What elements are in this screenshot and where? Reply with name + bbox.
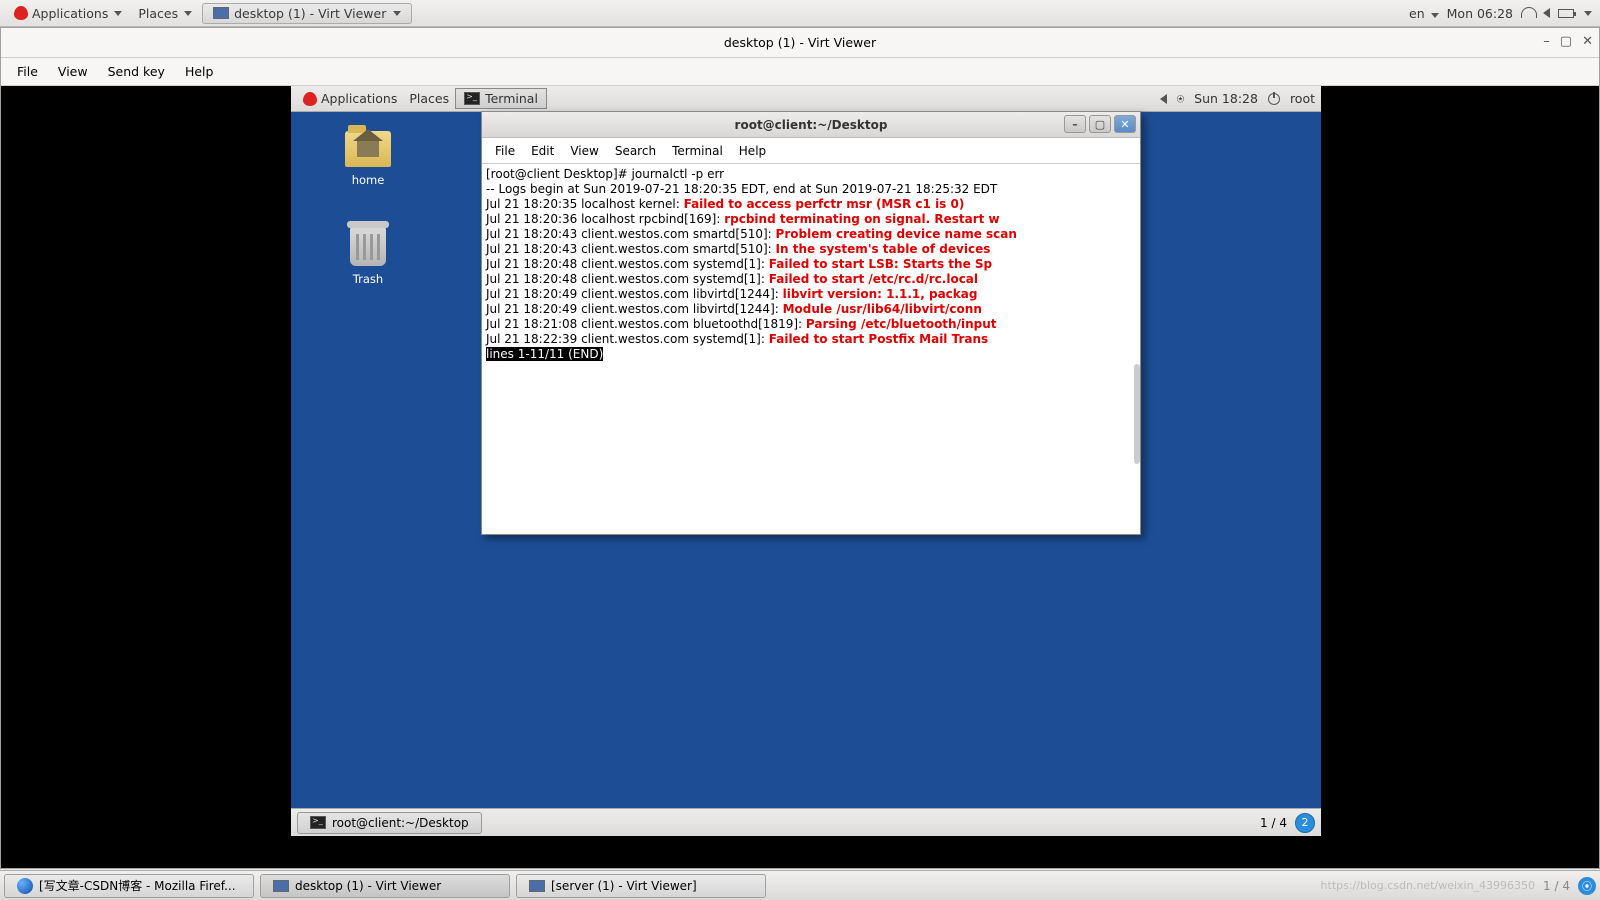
redhat-icon <box>303 92 317 106</box>
guest-user-menu[interactable]: root <box>1290 91 1315 106</box>
volume-icon[interactable] <box>1543 8 1550 18</box>
guest-clock[interactable]: Sun 18:28 <box>1194 91 1258 106</box>
term-menu-terminal[interactable]: Terminal <box>665 142 730 160</box>
guest-applications-menu[interactable]: Applications <box>297 89 403 108</box>
notification-badge[interactable]: 2 <box>1295 813 1315 833</box>
desktop-icon-label: Trash <box>333 272 403 286</box>
clock[interactable]: Mon 06:28 <box>1447 6 1513 21</box>
vv-menu-view[interactable]: View <box>50 61 96 82</box>
watermark-text: https://blog.csdn.net/weixin_43996350 <box>1321 879 1536 892</box>
system-menu-chevron-icon[interactable] <box>1584 11 1592 16</box>
guest-desktop[interactable]: Applications Places Terminal ⍟ Sun 18:28… <box>291 86 1321 836</box>
terminal-menubar: File Edit View Search Terminal Help <box>482 138 1140 164</box>
guest-taskbar-item-terminal[interactable]: root@client:~/Desktop <box>297 812 482 834</box>
host-top-panel: Applications Places desktop (1) - Virt V… <box>0 0 1600 27</box>
taskbar-item-virtviewer-server[interactable]: [server (1) - Virt Viewer] <box>516 874 766 898</box>
guest-volume-icon[interactable] <box>1160 94 1167 104</box>
monitor-icon <box>529 880 545 892</box>
term-menu-search[interactable]: Search <box>608 142 663 160</box>
redhat-icon <box>14 6 28 20</box>
terminal-output[interactable]: [root@client Desktop]# journalctl -p err… <box>482 164 1140 534</box>
guest-window-list-terminal[interactable]: Terminal <box>455 88 547 109</box>
terminal-icon <box>310 816 326 829</box>
battery-icon[interactable] <box>1558 9 1574 18</box>
virt-viewer-window: desktop (1) - Virt Viewer – ▢ ✕ File Vie… <box>0 27 1600 869</box>
places-menu[interactable]: Places <box>132 4 198 23</box>
vv-menu-file[interactable]: File <box>9 61 46 82</box>
wifi-icon[interactable] <box>1521 8 1535 18</box>
host-workspace-indicator[interactable]: 1 / 4 <box>1543 879 1570 893</box>
terminal-maximize-button[interactable]: ▢ <box>1089 115 1111 133</box>
terminal-window[interactable]: root@client:~/Desktop – ▢ ✕ File Edit Vi… <box>481 111 1141 535</box>
host-bottom-panel: [写文章-CSDN博客 - Mozilla Firef... desktop (… <box>0 870 1600 900</box>
terminal-icon <box>464 92 480 105</box>
workspace-indicator[interactable]: 1 / 4 <box>1260 816 1287 830</box>
power-icon <box>1268 93 1280 105</box>
trash-icon <box>350 226 386 266</box>
term-menu-help[interactable]: Help <box>732 142 773 160</box>
window-list-item-virtviewer[interactable]: desktop (1) - Virt Viewer <box>202 3 412 24</box>
guest-top-panel: Applications Places Terminal ⍟ Sun 18:28… <box>291 86 1321 112</box>
folder-icon <box>345 131 391 167</box>
virt-viewer-menubar: File View Send key Help <box>1 58 1599 86</box>
minimize-button[interactable]: – <box>1543 34 1550 49</box>
guest-places-menu[interactable]: Places <box>403 89 455 108</box>
applications-menu[interactable]: Applications <box>8 4 128 23</box>
virt-viewer-display[interactable]: Applications Places Terminal ⍟ Sun 18:28… <box>1 86 1599 868</box>
close-button[interactable]: ✕ <box>1582 34 1593 49</box>
term-menu-file[interactable]: File <box>488 142 522 160</box>
monitor-icon <box>213 7 229 19</box>
taskbar-item-virtviewer-desktop[interactable]: desktop (1) - Virt Viewer <box>260 874 510 898</box>
terminal-titlebar[interactable]: root@client:~/Desktop – ▢ ✕ <box>482 112 1140 138</box>
term-menu-view[interactable]: View <box>563 142 605 160</box>
desktop-icon-label: home <box>333 173 403 187</box>
taskbar-item-firefox[interactable]: [写文章-CSDN博客 - Mozilla Firef... <box>4 874 254 898</box>
keyboard-layout-indicator[interactable]: en <box>1409 6 1439 21</box>
terminal-close-button[interactable]: ✕ <box>1114 115 1136 133</box>
terminal-minimize-button[interactable]: – <box>1064 115 1086 133</box>
virt-viewer-title: desktop (1) - Virt Viewer <box>724 35 876 50</box>
term-menu-edit[interactable]: Edit <box>524 142 561 160</box>
guest-accessibility-icon[interactable]: ⍟ <box>1177 91 1185 107</box>
virt-viewer-titlebar[interactable]: desktop (1) - Virt Viewer – ▢ ✕ <box>1 28 1599 58</box>
desktop-icon-home[interactable]: home <box>333 131 403 187</box>
vv-menu-help[interactable]: Help <box>177 61 222 82</box>
firefox-icon <box>17 878 33 894</box>
vv-menu-sendkey[interactable]: Send key <box>100 61 173 82</box>
terminal-title: root@client:~/Desktop <box>735 118 888 132</box>
monitor-icon <box>273 880 289 892</box>
host-notification-badge[interactable]: ⦿ <box>1578 877 1596 895</box>
desktop-icon-trash[interactable]: Trash <box>333 226 403 286</box>
maximize-button[interactable]: ▢ <box>1560 34 1572 49</box>
guest-bottom-panel: root@client:~/Desktop 1 / 4 2 <box>291 808 1321 836</box>
